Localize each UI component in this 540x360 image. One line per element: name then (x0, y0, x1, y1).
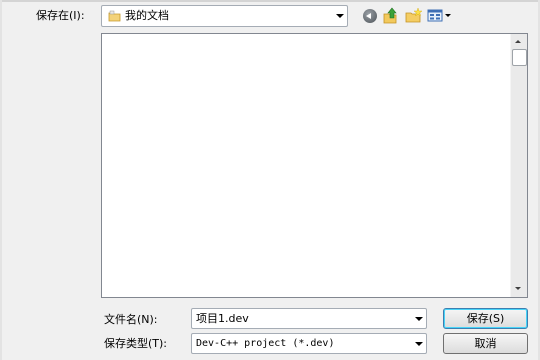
back-icon (363, 9, 377, 23)
arrow-down-icon (515, 287, 521, 290)
chevron-down-icon[interactable] (415, 316, 423, 321)
filetype-label: 保存类型(T): (104, 337, 168, 350)
view-menu-button[interactable] (427, 7, 453, 25)
up-folder-icon (383, 7, 397, 24)
cancel-button[interactable]: 取消 (443, 333, 528, 354)
filetype-value: Dev-C++ project (*.dev) (196, 338, 335, 349)
back-button[interactable] (362, 7, 378, 25)
scroll-down-button[interactable] (511, 283, 527, 295)
vertical-scrollbar[interactable] (510, 34, 527, 297)
location-value: 我的文档 (125, 9, 169, 22)
up-folder-button[interactable] (383, 7, 399, 25)
filename-value: 项目1.dev (196, 312, 249, 325)
scroll-up-button[interactable] (511, 36, 527, 48)
scroll-thumb[interactable] (512, 49, 527, 66)
file-list-pane[interactable] (101, 33, 528, 298)
save-button[interactable]: 保存(S) (443, 308, 528, 329)
new-folder-button[interactable] (405, 7, 423, 25)
chevron-down-icon (415, 341, 423, 346)
save-in-label: 保存在(I): (36, 9, 85, 22)
filetype-select[interactable]: Dev-C++ project (*.dev) (191, 333, 427, 354)
filename-label: 文件名(N): (104, 313, 158, 326)
filename-input[interactable]: 项目1.dev (191, 308, 427, 329)
window-top-edge (0, 0, 540, 2)
new-folder-icon (405, 7, 423, 23)
arrow-up-icon (515, 40, 521, 43)
chevron-down-icon (336, 14, 344, 18)
location-combo[interactable]: 我的文档 (101, 5, 348, 27)
window-left-edge (0, 0, 2, 360)
view-menu-icon (427, 9, 451, 22)
folder-icon (108, 10, 121, 22)
